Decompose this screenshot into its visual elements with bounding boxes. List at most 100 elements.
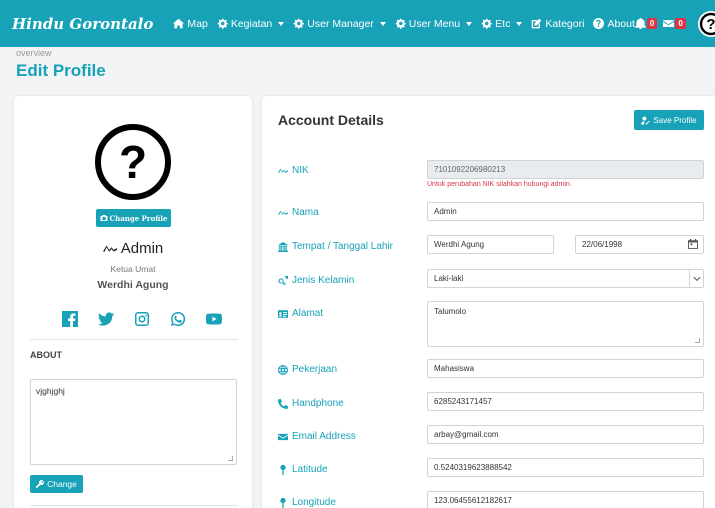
- longitude-label-text: Longitude: [292, 497, 336, 508]
- resize-handle[interactable]: [228, 456, 233, 461]
- change-label: Change: [47, 479, 77, 489]
- user-edit-icon: [641, 116, 651, 124]
- nama-label-text: Nama: [292, 207, 319, 218]
- latitude-field[interactable]: 0.5240319623888542: [427, 458, 704, 477]
- nav-item-user-manager[interactable]: User Manager: [293, 18, 386, 30]
- nav-item-label: Kategori: [545, 17, 585, 30]
- pekerjaan-field[interactable]: Mahasiswa: [427, 359, 704, 378]
- nik-field[interactable]: 7101092206980213: [427, 160, 704, 179]
- tanggal-lahir-field[interactable]: 22/06/1998: [575, 235, 704, 254]
- nama-field[interactable]: Admin: [427, 202, 704, 221]
- tempat-lahir-value: Werdhi Agung: [434, 240, 485, 249]
- home-icon: [173, 18, 185, 29]
- om-symbol-icon: [278, 168, 288, 173]
- save-profile-label: Save Profile: [653, 115, 697, 125]
- nav-item-map[interactable]: Map: [173, 18, 208, 30]
- handphone-field[interactable]: 6285243171457: [427, 392, 704, 411]
- address-card-icon: [278, 309, 288, 318]
- gear-icon: [217, 18, 228, 29]
- om-symbol-icon: [102, 245, 117, 252]
- nav-item-etc[interactable]: Etc: [481, 17, 523, 30]
- about-label: ABOUT: [30, 350, 62, 360]
- chevron-down-icon: [689, 270, 703, 287]
- latitude-label: Latitude: [278, 464, 328, 475]
- jenis-kelamin-label-text: Jenis Kelamin: [292, 275, 355, 286]
- nav-menu: Map Kegiatan User Manager User Menu Etc …: [173, 18, 635, 30]
- jenis-kelamin-label: Jenis Kelamin: [278, 275, 354, 286]
- jenis-kelamin-value: Laki-laki: [434, 274, 464, 283]
- nik-label: NIK: [278, 165, 309, 176]
- mail-badge: 0: [675, 18, 686, 29]
- profile-avatar: ?: [95, 124, 171, 200]
- change-about-button[interactable]: Change: [30, 475, 83, 493]
- profile-card: ? Change Profile Admin Ketua Umat Werdhi…: [14, 96, 252, 508]
- save-profile-button[interactable]: Save Profile: [634, 110, 704, 130]
- nik-value: 7101092206980213: [434, 165, 506, 174]
- change-profile-button[interactable]: Change Profile: [96, 209, 171, 227]
- nav-item-label: Kegiatan: [230, 17, 273, 30]
- email-value: arbay@gmail.com: [434, 430, 499, 439]
- latitude-label-text: Latitude: [292, 464, 328, 475]
- email-field[interactable]: arbay@gmail.com: [427, 425, 704, 444]
- about-textarea[interactable]: vjghjghj: [30, 379, 237, 465]
- email-label-text: Email Address: [292, 431, 356, 442]
- bell-icon: [634, 18, 646, 29]
- whatsapp-icon: [171, 311, 186, 326]
- envelope-icon: [663, 20, 675, 27]
- nav-item-label: User Menu: [408, 17, 461, 30]
- alamat-label-text: Alamat: [292, 308, 324, 319]
- nama-value: Admin: [434, 207, 457, 216]
- longitude-label: Longitude: [278, 497, 336, 508]
- nav-item-about[interactable]: About: [593, 17, 635, 30]
- nav-item-kegiatan[interactable]: Kegiatan: [217, 17, 285, 30]
- nik-help-text: Untuk perubahan NIK silahkan hubungi adm…: [427, 181, 572, 188]
- building-icon: [278, 241, 288, 252]
- profile-secondary-name: Werdhi Agung: [97, 279, 169, 291]
- instagram-icon: [135, 312, 149, 326]
- nav-item-user-menu[interactable]: User Menu: [395, 17, 473, 30]
- user-avatar[interactable]: ?: [697, 10, 715, 37]
- longitude-field[interactable]: 123.06455612182617: [427, 491, 704, 508]
- svg-text:?: ?: [706, 16, 715, 33]
- notifications-button[interactable]: 0: [634, 18, 658, 29]
- twitter-link[interactable]: [98, 311, 114, 327]
- envelope-icon: [278, 433, 288, 440]
- profile-role: Ketua Umat: [110, 264, 156, 274]
- alamat-label: Alamat: [278, 308, 323, 319]
- youtube-icon: [206, 313, 222, 325]
- jenis-kelamin-select[interactable]: Laki-laki: [427, 269, 704, 288]
- instagram-link[interactable]: [134, 311, 150, 327]
- top-navbar: Hindu Gorontalo Map Kegiatan User Manage…: [0, 0, 715, 47]
- nav-item-kategori[interactable]: Kategori: [531, 18, 584, 30]
- calendar-button[interactable]: [688, 239, 698, 249]
- question-circle-icon: [593, 18, 605, 29]
- messages-button[interactable]: 0: [663, 18, 686, 29]
- account-details-title: Account Details: [278, 112, 384, 128]
- whatsapp-link[interactable]: [170, 311, 186, 327]
- map-pin-icon: [280, 497, 286, 508]
- gear-icon: [395, 18, 406, 29]
- alamat-textarea[interactable]: Talumolo: [427, 301, 704, 347]
- nama-label: Nama: [278, 207, 319, 218]
- account-details-card: Account Details Save Profile NIK 7101092…: [262, 96, 715, 508]
- nik-label-text: NIK: [292, 165, 309, 176]
- tempat-lahir-field[interactable]: Werdhi Agung: [427, 235, 554, 254]
- ttl-label: Tempat / Tanggal Lahir: [278, 241, 393, 252]
- profile-name: Admin: [14, 240, 252, 257]
- twitter-icon: [98, 312, 114, 326]
- gear-icon: [293, 18, 305, 29]
- camera-icon: [100, 215, 108, 221]
- youtube-link[interactable]: [206, 311, 222, 327]
- facebook-link[interactable]: [62, 311, 78, 327]
- brand-logo[interactable]: Hindu Gorontalo: [12, 15, 153, 33]
- divider: [30, 505, 238, 506]
- pekerjaan-label: Pekerjaan: [278, 364, 337, 375]
- pekerjaan-label-text: Pekerjaan: [292, 364, 338, 375]
- nav-item-label: Etc: [495, 17, 511, 30]
- handphone-label: Handphone: [278, 398, 344, 409]
- nav-item-label: About: [607, 17, 635, 30]
- page-title: Edit Profile: [16, 61, 106, 80]
- chevron-down-icon: [379, 21, 386, 26]
- resize-handle[interactable]: [695, 338, 700, 343]
- map-pin-icon: [280, 464, 286, 475]
